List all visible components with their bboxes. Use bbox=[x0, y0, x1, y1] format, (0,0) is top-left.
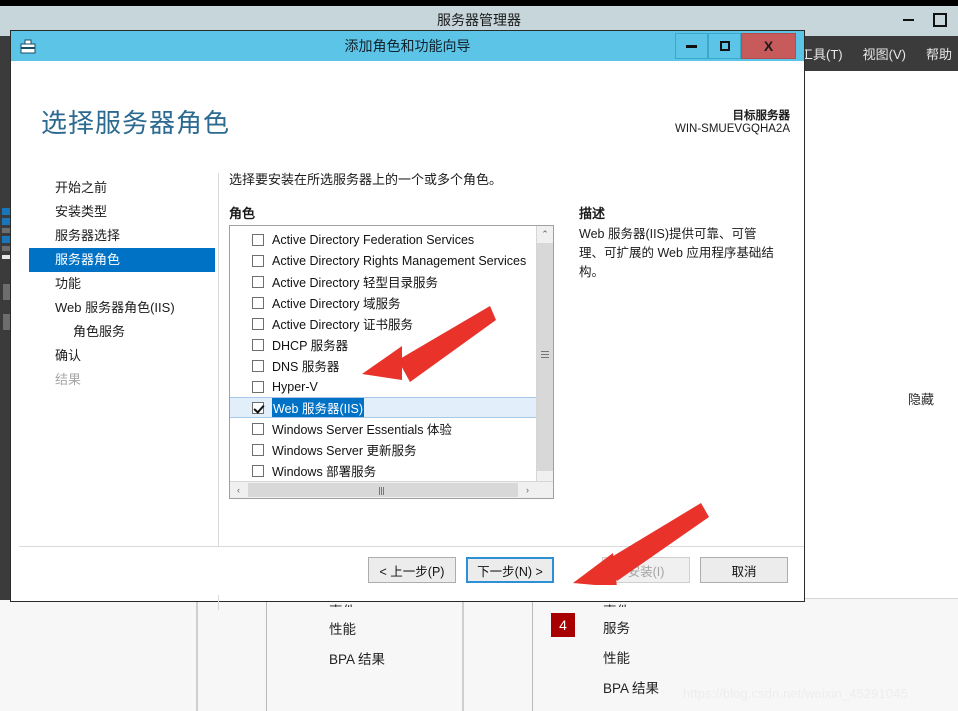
tile-column-a bbox=[196, 600, 268, 711]
tile-d-bpa-results[interactable]: BPA 结果 bbox=[603, 677, 659, 697]
checkbox-web-server-iis[interactable] bbox=[252, 401, 264, 414]
next-button[interactable]: 下一步(N) > bbox=[466, 557, 554, 583]
role-label: Active Directory Federation Services bbox=[272, 232, 475, 247]
role-label: Windows Server Essentials 体验 bbox=[272, 423, 452, 437]
description-text: Web 服务器(IIS)提供可靠、可管理、可扩展的 Web 应用程序基础结构。 bbox=[579, 227, 774, 279]
role-row-dns[interactable]: DNS 服务器 bbox=[230, 355, 537, 376]
role-row-adcs[interactable]: Active Directory 证书服务 bbox=[230, 313, 537, 334]
dialog-buttons[interactable]: < 上一步(P) 下一步(N) > 安装(I) 取消 bbox=[368, 557, 788, 583]
scroll-right-icon[interactable]: › bbox=[519, 482, 536, 498]
hscroll-grip-icon bbox=[379, 487, 387, 495]
nav-item-installation-type[interactable]: 安装类型 bbox=[29, 200, 215, 224]
role-label: Active Directory 域服务 bbox=[272, 297, 401, 311]
nav-item-results: 结果 bbox=[55, 372, 82, 387]
checkbox-adfs[interactable] bbox=[252, 233, 264, 246]
cancel-button[interactable]: 取消 bbox=[700, 557, 788, 583]
nav-item-confirmation[interactable]: 确认 bbox=[29, 344, 215, 368]
instruction-text: 选择要安装在所选服务器上的一个或多个角色。 bbox=[229, 172, 503, 187]
tile-b-bpa-results[interactable]: BPA 结果 bbox=[329, 648, 385, 668]
restore-icon[interactable] bbox=[926, 9, 954, 31]
nav-item-server-roles[interactable]: 服务器角色 bbox=[29, 248, 215, 272]
page-title: 选择服务器角色 bbox=[41, 108, 231, 138]
role-row-essentials[interactable]: Windows Server Essentials 体验 bbox=[230, 418, 537, 439]
tile-d-services[interactable]: 服务 bbox=[603, 617, 630, 637]
roles-column-header: 角色 bbox=[229, 206, 256, 221]
nav-item-role-services[interactable]: 角色服务 bbox=[29, 320, 215, 344]
dialog-close-icon[interactable]: X bbox=[741, 33, 796, 59]
tile-d-performance[interactable]: 性能 bbox=[603, 647, 630, 667]
role-label: DNS 服务器 bbox=[272, 360, 340, 374]
dialog-maximize-icon[interactable] bbox=[708, 33, 741, 59]
roles-horizontal-scrollbar[interactable]: ‹ › bbox=[230, 481, 553, 498]
role-label: Active Directory 证书服务 bbox=[272, 318, 413, 332]
menu-item-help[interactable]: 帮助 bbox=[926, 44, 952, 63]
role-row-adds[interactable]: Active Directory 域服务 bbox=[230, 292, 537, 313]
checkbox-adds[interactable] bbox=[252, 296, 264, 309]
checkbox-deployment[interactable] bbox=[252, 464, 264, 477]
description-column-header: 描述 bbox=[579, 206, 606, 221]
checkbox-hyperv[interactable] bbox=[252, 380, 264, 393]
roles-list[interactable]: Active Directory Federation Services Act… bbox=[230, 226, 537, 498]
checkbox-essentials[interactable] bbox=[252, 422, 264, 435]
checkbox-dhcp[interactable] bbox=[252, 338, 264, 351]
role-label: Active Directory 轻型目录服务 bbox=[272, 276, 438, 290]
role-label: Windows Server 更新服务 bbox=[272, 444, 417, 458]
dialog-footer: < 上一步(P) 下一步(N) > 安装(I) 取消 bbox=[19, 546, 804, 595]
role-label: DHCP 服务器 bbox=[272, 339, 349, 353]
nav-item-web-server-role[interactable]: Web 服务器角色(IIS) bbox=[29, 296, 215, 320]
role-row-web-server-iis[interactable]: Web 服务器(IIS) bbox=[230, 397, 537, 418]
tile-b-performance[interactable]: 性能 bbox=[329, 618, 356, 638]
nav-item-features[interactable]: 功能 bbox=[29, 272, 215, 296]
horizontal-scroll-thumb[interactable] bbox=[248, 483, 518, 497]
role-row-dhcp[interactable]: DHCP 服务器 bbox=[230, 334, 537, 355]
role-label: Windows 部署服务 bbox=[272, 465, 377, 479]
menu-item-view[interactable]: 视图(V) bbox=[863, 44, 906, 63]
add-roles-wizard-dialog: 添加角色和功能向导 X 选择服务器角色 目标服务器 WIN-SMUEVGQHA2… bbox=[10, 30, 805, 610]
dialog-header: 选择服务器角色 目标服务器 WIN-SMUEVGQHA2A bbox=[15, 61, 800, 139]
watermark: https://blog.csdn.net/weixin_45291045 bbox=[683, 686, 908, 701]
scroll-up-icon[interactable]: ⌃ bbox=[537, 226, 553, 243]
scroll-left-icon[interactable]: ‹ bbox=[230, 482, 247, 498]
screen: 服务器管理器 ) 工具(T) 视图(V) 帮助 隐藏 事件 性能 BPA 结果 … bbox=[0, 0, 958, 711]
dialog-minimize-icon[interactable] bbox=[675, 33, 708, 59]
vertical-scroll-thumb[interactable] bbox=[537, 243, 553, 471]
tile-column-b: 事件 性能 BPA 结果 bbox=[266, 600, 463, 711]
nav-divider bbox=[218, 173, 219, 610]
role-row-adfs[interactable]: Active Directory Federation Services bbox=[230, 229, 537, 250]
server-manager-window-buttons[interactable] bbox=[894, 6, 954, 34]
dialog-window-buttons[interactable]: X bbox=[675, 33, 796, 59]
roles-vertical-scrollbar[interactable]: ⌃ ⌄ bbox=[536, 226, 553, 498]
checkbox-adlds[interactable] bbox=[252, 275, 264, 288]
target-server-label: 目标服务器 bbox=[732, 110, 791, 122]
checkbox-adrms[interactable] bbox=[252, 254, 264, 267]
target-server-name: WIN-SMUEVGQHA2A bbox=[674, 123, 790, 135]
checkbox-dns[interactable] bbox=[252, 359, 264, 372]
role-row-adrms[interactable]: Active Directory Rights Management Servi… bbox=[230, 250, 537, 271]
checkbox-wsus[interactable] bbox=[252, 443, 264, 456]
role-label: Active Directory Rights Management Servi… bbox=[272, 253, 527, 268]
role-row-hyperv[interactable]: Hyper-V bbox=[230, 376, 537, 397]
role-row-deployment[interactable]: Windows 部署服务 bbox=[230, 460, 537, 481]
menu-item-tools[interactable]: 工具(T) bbox=[800, 44, 843, 63]
server-manager-title: 服务器管理器 bbox=[437, 12, 521, 28]
role-row-wsus[interactable]: Windows Server 更新服务 bbox=[230, 439, 537, 460]
scroll-grip-icon bbox=[541, 351, 549, 359]
minimize-icon[interactable] bbox=[894, 9, 922, 31]
install-button: 安装(I) bbox=[602, 557, 690, 583]
tile-column-c bbox=[462, 600, 534, 711]
role-label: Web 服务器(IIS) bbox=[272, 398, 365, 417]
role-label: Hyper-V bbox=[272, 379, 318, 394]
wizard-nav[interactable]: 开始之前 安装类型 服务器选择 服务器角色 功能 Web 服务器角色(IIS) … bbox=[29, 176, 215, 456]
roles-listbox[interactable]: Active Directory Federation Services Act… bbox=[229, 225, 554, 499]
services-alert-badge[interactable]: 4 bbox=[551, 613, 575, 637]
dialog-content: 选择服务器角色 目标服务器 WIN-SMUEVGQHA2A 开始之前 安装类型 … bbox=[15, 61, 804, 610]
role-row-adlds[interactable]: Active Directory 轻型目录服务 bbox=[230, 271, 537, 292]
previous-button[interactable]: < 上一步(P) bbox=[368, 557, 456, 583]
checkbox-adcs[interactable] bbox=[252, 317, 264, 330]
hide-link[interactable]: 隐藏 bbox=[908, 389, 934, 408]
nav-item-before-you-begin[interactable]: 开始之前 bbox=[29, 176, 215, 200]
nav-item-server-selection[interactable]: 服务器选择 bbox=[29, 224, 215, 248]
